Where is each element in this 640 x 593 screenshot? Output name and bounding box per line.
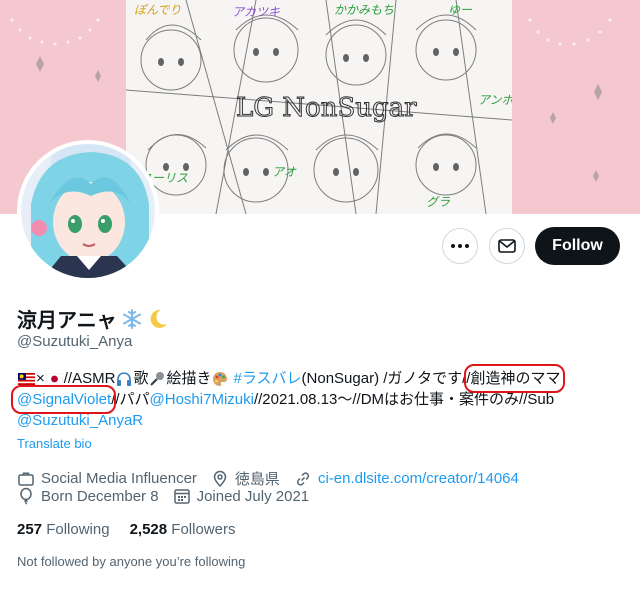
location-pin-icon: [213, 470, 227, 487]
joined-text: Joined July 2021: [196, 487, 310, 505]
display-name: 涼月アニャ: [17, 310, 117, 332]
link-icon: [296, 471, 309, 486]
microphone-icon: [150, 371, 165, 386]
sketch-illustration: ぽんでり アカツキ かかみもち ゆー アンボ ユーリス アオ グラ LG Non…: [126, 0, 512, 214]
followers-count: 2,528: [129, 521, 168, 538]
member-tag: アンボ: [478, 93, 512, 107]
location-text: 徳島県: [234, 471, 280, 488]
follow-button[interactable]: Follow: [535, 227, 620, 265]
not-followed-notice: Not followed by anyone you’re following: [17, 554, 246, 569]
message-button[interactable]: [489, 228, 525, 264]
followers-link[interactable]: 2,528 Followers: [130, 521, 236, 538]
bio-text: //パパ: [111, 391, 150, 408]
profile-meta-row-1: Social Media Influencer 徳島県 ci-en.dlsite…: [17, 468, 533, 489]
follow-stats: 257 Following 2,528 Followers: [17, 521, 235, 538]
following-count: 257: [17, 521, 43, 538]
website-link[interactable]: ci-en.dlsite.com/creator/14064: [318, 470, 519, 487]
briefcase-icon: [18, 471, 34, 486]
profile-meta-row-2: Born December 8 Joined July 2021: [17, 487, 323, 505]
member-tag: かかみもち: [334, 3, 394, 17]
handle: @Suzutuki_Anya: [17, 333, 133, 350]
following-label: Following: [46, 521, 110, 538]
banner-title: LG NonSugar: [236, 93, 417, 123]
calendar-icon: [173, 489, 190, 504]
envelope-icon: [498, 239, 516, 253]
member-tag: ぽんでり: [134, 3, 181, 17]
mention-link-hoshi7mizuki[interactable]: @Hoshi7Mizuki: [150, 389, 254, 410]
avatar-image: [21, 144, 155, 278]
circled-text: 創造神のママ: [464, 364, 566, 393]
member-tag: ゆー: [448, 3, 473, 17]
malaysia-flag-icon: [18, 372, 35, 385]
japan-flag-icon: [45, 372, 63, 385]
crescent-moon-icon: [150, 309, 167, 328]
category-text: Social Media Influencer: [41, 470, 197, 487]
more-horizontal-icon: [451, 244, 469, 248]
banner-artwork: ぽんでり アカツキ かかみもち ゆー アンボ ユーリス アオ グラ LG Non…: [126, 0, 512, 214]
member-tag: アカツキ: [232, 5, 280, 19]
artist-palette-icon: [213, 371, 228, 386]
hashtag-link[interactable]: #ラスバレ: [233, 368, 301, 389]
more-button[interactable]: [442, 228, 478, 264]
avatar[interactable]: [17, 140, 159, 282]
joined-item: Joined July 2021: [173, 487, 310, 505]
bio-text: (NonSugar) /ガノタです//: [301, 370, 471, 387]
mention-link-signalviolet[interactable]: @SignalViolet: [10, 385, 117, 414]
followers-label: Followers: [171, 521, 236, 538]
translate-bio-link[interactable]: Translate bio: [17, 436, 92, 451]
headphones-icon: [117, 371, 132, 386]
category-item: Social Media Influencer: [17, 470, 197, 488]
balloon-icon: [20, 487, 32, 505]
birthday-text: Born December 8: [41, 487, 159, 505]
bio-text: 絵描き: [166, 370, 212, 387]
member-tag: アオ: [272, 165, 297, 179]
bio-text: 歌: [133, 370, 149, 387]
birthday-item: Born December 8: [17, 487, 159, 505]
following-link[interactable]: 257 Following: [17, 521, 110, 538]
location-item: 徳島県: [211, 468, 280, 489]
bio: × //ASMR 歌 絵描き #ラスバレ (NonSugar) /ガノタです//…: [10, 364, 627, 431]
display-name-row: 涼月アニャ: [17, 304, 169, 333]
member-tag: グラ: [426, 195, 450, 209]
snowflake-icon: [122, 308, 141, 329]
website-item[interactable]: ci-en.dlsite.com/creator/14064: [294, 470, 519, 488]
